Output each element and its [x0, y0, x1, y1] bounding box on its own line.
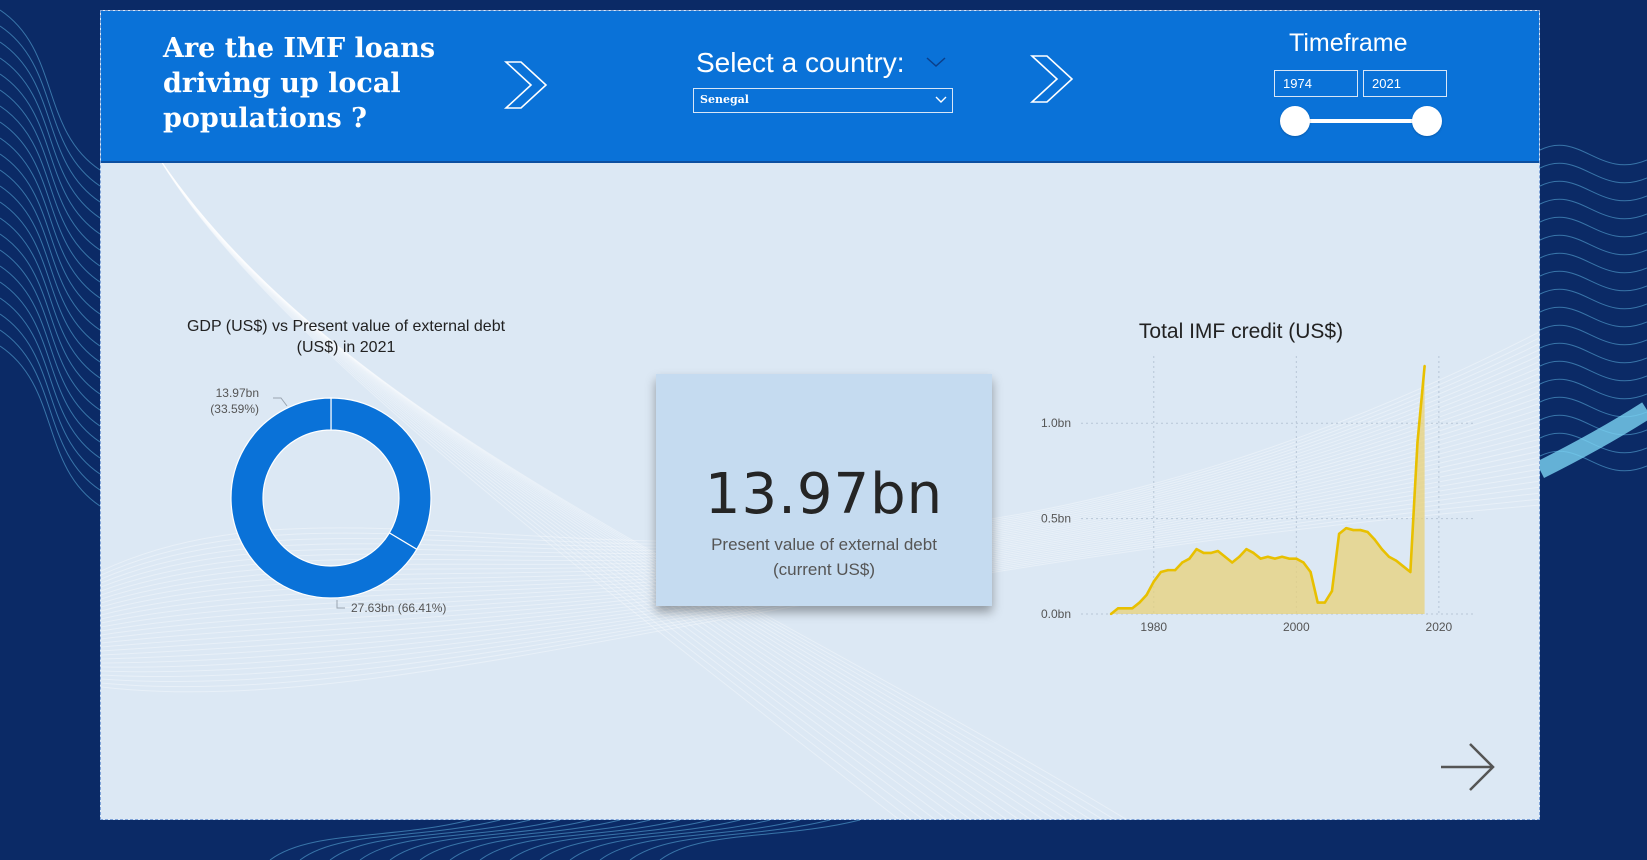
area-chart: 0.0bn 0.5bn 1.0bn 1980 2000 2020 [1041, 356, 1476, 634]
area-point-43[interactable] [1416, 441, 1419, 444]
area-point-9[interactable] [1173, 568, 1177, 572]
area-point-16[interactable] [1223, 555, 1227, 558]
area-point-41[interactable] [1402, 565, 1405, 568]
kpi-label: Present value of external debt (current … [711, 535, 937, 579]
area-point-22[interactable] [1266, 555, 1270, 558]
area-point-3[interactable] [1131, 607, 1134, 610]
area-point-30[interactable] [1323, 601, 1327, 604]
area-point-29[interactable] [1316, 601, 1319, 604]
timeframe-start-input[interactable]: 1974 [1274, 70, 1358, 97]
area-ytick-2: 1.0bn [1041, 416, 1071, 430]
area-point-17[interactable] [1230, 561, 1234, 564]
area-point-25[interactable] [1287, 557, 1291, 560]
chevron-right-icon [503, 61, 548, 109]
area-point-5[interactable] [1145, 593, 1148, 597]
area-chart-title: Total IMF credit (US$) [1138, 320, 1344, 343]
area-point-32[interactable] [1337, 532, 1341, 536]
header-bar: Are the IMF loans driving up local popul… [101, 11, 1539, 163]
donut-chart-title: GDP (US$) vs Present value of external d… [186, 318, 506, 356]
dropdown-chevron-icon [935, 96, 947, 103]
arrow-right-icon[interactable] [1438, 739, 1498, 795]
area-point-20[interactable] [1252, 551, 1255, 555]
area-point-38[interactable] [1380, 547, 1384, 551]
country-dropdown-value: Senegal [700, 93, 749, 106]
area-point-28[interactable] [1309, 570, 1312, 574]
area-point-18[interactable] [1238, 555, 1241, 558]
donut-label-small-percent: (33.59%) [210, 402, 259, 416]
area-xtick-0: 1980 [1140, 620, 1167, 634]
area-point-6[interactable] [1152, 580, 1155, 583]
kpi-value: 13.97bn [704, 462, 944, 527]
timeframe-title: Timeframe [1289, 29, 1408, 57]
chevron-right-icon [1029, 55, 1074, 103]
area-point-24[interactable] [1280, 555, 1284, 558]
donut-label-large: 27.63bn (66.41%) [351, 601, 446, 615]
area-point-1[interactable] [1116, 607, 1120, 610]
area-point-44[interactable] [1423, 364, 1426, 368]
area-point-4[interactable] [1138, 601, 1141, 604]
area-point-11[interactable] [1188, 557, 1191, 560]
timeframe-slider-start-handle[interactable] [1280, 106, 1310, 136]
donut-chart: 13.97bn (33.59%) 27.63bn (66.41%) [210, 386, 446, 615]
donut-label-small-value: 13.97bn [216, 386, 259, 400]
area-point-36[interactable] [1366, 530, 1369, 534]
area-point-42[interactable] [1409, 570, 1412, 574]
area-xtick-2: 2020 [1426, 620, 1453, 634]
kpi-card: 13.97bn Present value of external debt (… [656, 374, 992, 606]
report-canvas: Are the IMF loans driving up local popul… [100, 10, 1540, 820]
timeframe-end-input[interactable]: 2021 [1363, 70, 1447, 97]
area-point-19[interactable] [1245, 547, 1248, 551]
area-point-39[interactable] [1387, 555, 1391, 558]
area-point-0[interactable] [1109, 612, 1113, 616]
area-ytick-0: 0.0bn [1041, 607, 1071, 621]
report-title: Are the IMF loans driving up local popul… [163, 33, 436, 134]
area-point-23[interactable] [1273, 557, 1277, 560]
area-xtick-1: 2000 [1283, 620, 1310, 634]
area-point-7[interactable] [1159, 570, 1163, 574]
area-point-26[interactable] [1295, 557, 1298, 560]
area-point-10[interactable] [1181, 561, 1184, 564]
area-point-35[interactable] [1359, 528, 1362, 532]
area-point-13[interactable] [1202, 551, 1205, 555]
area-point-21[interactable] [1259, 557, 1262, 560]
area-point-15[interactable] [1216, 549, 1220, 553]
area-point-2[interactable] [1124, 607, 1127, 610]
chevron-down-icon[interactable] [925, 56, 947, 70]
area-point-37[interactable] [1373, 538, 1376, 541]
area-ytick-1: 0.5bn [1041, 512, 1071, 526]
donut-leader-small [273, 397, 288, 407]
donut-slice-0[interactable] [330, 397, 432, 551]
area-point-33[interactable] [1345, 526, 1348, 530]
timeframe-slider-track[interactable] [1295, 119, 1430, 123]
area-point-31[interactable] [1330, 589, 1334, 593]
area-point-40[interactable] [1394, 559, 1398, 562]
area-point-27[interactable] [1302, 561, 1305, 564]
donut-leader-large [336, 600, 345, 609]
area-point-12[interactable] [1195, 547, 1198, 551]
timeframe-slider-end-handle[interactable] [1412, 106, 1442, 136]
country-dropdown[interactable]: Senegal [693, 88, 953, 113]
area-point-14[interactable] [1209, 551, 1212, 555]
area-point-8[interactable] [1166, 568, 1170, 572]
country-select-label: Select a country: [696, 47, 905, 78]
area-point-34[interactable] [1352, 528, 1355, 532]
